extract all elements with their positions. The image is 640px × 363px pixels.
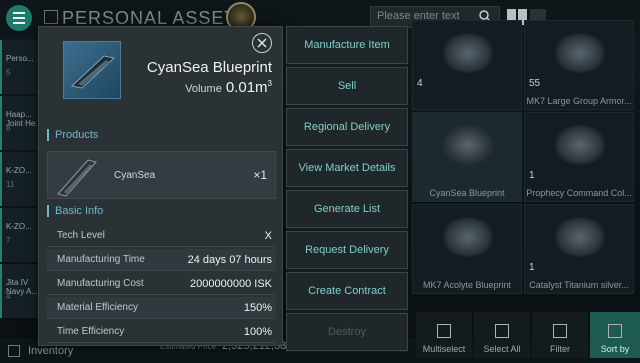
- asset-cell-selected[interactable]: CyanSea Blueprint: [412, 112, 522, 202]
- volume-row: Volume 0.01m3: [185, 79, 272, 96]
- volume-label: Volume: [185, 83, 222, 95]
- asset-cell[interactable]: 55 MK7 Large Group Armor...: [524, 20, 634, 110]
- products-heading: Products: [47, 129, 98, 141]
- close-icon: [257, 38, 267, 48]
- regional-delivery-button[interactable]: Regional Delivery: [286, 108, 408, 146]
- multiselect-button[interactable]: Multiselect: [416, 312, 472, 358]
- basic-info-heading: Basic Info: [47, 205, 103, 217]
- action-menu: Manufacture Item Sell Regional Delivery …: [286, 26, 408, 352]
- assets-icon: [44, 10, 58, 24]
- product-quantity: ×1: [253, 168, 267, 182]
- checklist-icon: [495, 324, 509, 338]
- product-row[interactable]: CyanSea ×1: [47, 151, 276, 199]
- view-market-details-button[interactable]: View Market Details: [286, 149, 408, 187]
- ship-image: [555, 217, 605, 257]
- asset-cell[interactable]: 1 Catalyst Titanium silver...: [524, 204, 634, 294]
- ship-icon: [57, 159, 97, 197]
- item-name: CyanSea Blueprint: [146, 59, 272, 76]
- select-all-button[interactable]: Select All: [474, 312, 530, 358]
- ship-image: [443, 33, 493, 73]
- item-image: [555, 125, 605, 165]
- checkbox-icon: [437, 324, 451, 338]
- ship-image: [443, 217, 493, 257]
- sort-icon: [608, 324, 622, 338]
- info-row-manufacturing-cost: Manufacturing Cost 2000000000 ISK: [47, 273, 276, 295]
- filter-button[interactable]: Filter: [532, 312, 588, 358]
- sell-button[interactable]: Sell: [286, 67, 408, 105]
- inventory-icon: [8, 345, 20, 357]
- volume-value: 0.01m3: [225, 79, 272, 96]
- blueprint-image: [443, 125, 493, 165]
- blueprint-thumbnail: [63, 41, 121, 99]
- asset-cell[interactable]: 1 Prophecy Command Col...: [524, 112, 634, 202]
- manufacture-item-button[interactable]: Manufacture Item: [286, 26, 408, 64]
- filter-icon: [553, 324, 567, 338]
- create-contract-button[interactable]: Create Contract: [286, 272, 408, 310]
- sort-by-button[interactable]: Sort by: [590, 312, 640, 358]
- location-list: Perso... 5 Haap... Joint He... 8 K-ZO...…: [0, 40, 44, 340]
- menu-icon[interactable]: [6, 5, 32, 31]
- close-button[interactable]: [252, 33, 272, 53]
- info-row-manufacturing-time: Manufacturing Time 24 days 07 hours: [47, 249, 276, 271]
- inventory-label[interactable]: Inventory: [28, 345, 73, 357]
- ship-image: [555, 33, 605, 73]
- info-row-material-efficiency: Material Efficiency 150%: [47, 297, 276, 319]
- asset-cell[interactable]: 4: [412, 20, 522, 110]
- info-row-tech-level: Tech Level X: [47, 225, 276, 247]
- asset-cell[interactable]: MK7 Acolyte Blueprint: [412, 204, 522, 294]
- product-name: CyanSea: [114, 170, 156, 181]
- info-row-time-efficiency: Time Efficiency 100%: [47, 321, 276, 343]
- item-detail-panel: CyanSea Blueprint Volume 0.01m3 Products…: [38, 26, 283, 346]
- destroy-button[interactable]: Destroy: [286, 313, 408, 351]
- generate-list-button[interactable]: Generate List: [286, 190, 408, 228]
- request-delivery-button[interactable]: Request Delivery: [286, 231, 408, 269]
